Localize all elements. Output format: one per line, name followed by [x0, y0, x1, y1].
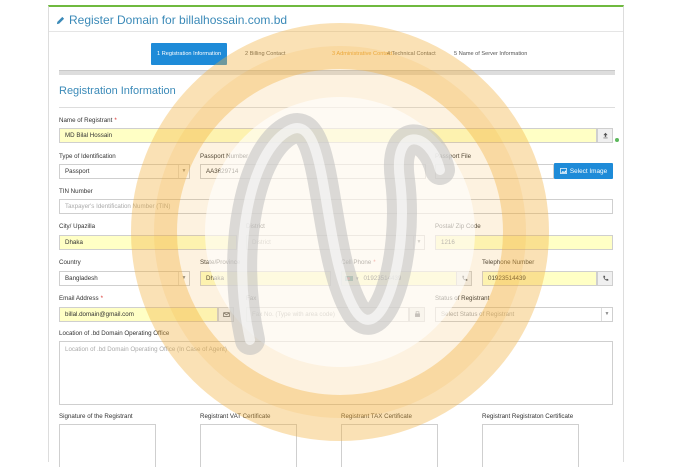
- status-placeholder: Select Status of Registrant: [441, 311, 515, 318]
- fax-addon: [409, 307, 425, 322]
- email-label: Email Address *: [59, 295, 103, 302]
- state-input[interactable]: Dhaka: [200, 271, 331, 286]
- step-num: 1: [157, 51, 161, 57]
- image-icon: [559, 168, 567, 174]
- tax-upload-box[interactable]: [341, 424, 438, 467]
- signature-upload-box[interactable]: [59, 424, 156, 467]
- upload-icon: [602, 132, 608, 139]
- fax-input[interactable]: Fax No. (Type with area code): [246, 307, 409, 322]
- tin-label: TIN Number: [59, 188, 93, 195]
- status-dot: [615, 138, 619, 142]
- fax-icon: [414, 311, 420, 317]
- city-label: City/ Upazilla: [59, 223, 96, 230]
- title-divider: [49, 31, 623, 32]
- envelope-icon: [222, 312, 230, 317]
- district-select[interactable]: District ▼: [246, 235, 425, 250]
- email-addon: [218, 307, 234, 322]
- passport-number-label: Passport Number: [200, 153, 249, 160]
- step-label: Name of Server Information: [458, 51, 528, 57]
- register-panel: Register Domain for billalhossain.com.bd…: [48, 5, 624, 467]
- registrant-name-label: Name of Registrant *: [59, 117, 117, 124]
- vat-certificate-label: Registrant VAT Certificate: [200, 413, 271, 420]
- required-mark: *: [373, 259, 376, 266]
- upload-button[interactable]: [597, 128, 613, 143]
- step-num: 3: [332, 51, 336, 57]
- location-label: Location of .bd Domain Operating Office: [59, 330, 170, 337]
- pencil-icon: [56, 16, 65, 24]
- wizard-steps: 1 Registration Information 2 Billing Con…: [49, 43, 623, 65]
- section-title: Registration Information: [59, 85, 176, 97]
- step-num: 5: [454, 51, 458, 57]
- state-label: State/Province: [200, 259, 241, 266]
- passport-number-input[interactable]: AA3629714: [200, 164, 426, 179]
- country-select[interactable]: Bangladesh ▼: [59, 271, 190, 286]
- cell-phone-label: Cell Phone *: [341, 259, 376, 266]
- caret-down-icon: ▼: [355, 276, 360, 281]
- required-mark: *: [114, 117, 117, 124]
- step-technical-contact[interactable]: 4 Technical Contact: [387, 43, 436, 65]
- signature-label: Signature of the Registrant: [59, 413, 133, 420]
- flag-icon: [345, 275, 353, 281]
- postal-label: Postal/ Zip Code: [435, 223, 481, 230]
- step-label: Administrative Contact: [336, 51, 393, 57]
- required-mark: *: [100, 295, 103, 302]
- district-placeholder: District: [252, 239, 271, 246]
- step-num: 4: [387, 51, 391, 57]
- telephone-label: Telephone Number: [482, 259, 535, 266]
- fax-label: Fax: [246, 295, 257, 302]
- vat-upload-box[interactable]: [200, 424, 297, 467]
- caret-down-icon: ▼: [413, 236, 424, 249]
- id-type-value: Passport: [65, 168, 90, 175]
- telephone-input[interactable]: 01923514439: [482, 271, 597, 286]
- select-image-label: Select Image: [569, 167, 608, 175]
- country-label: Country: [59, 259, 81, 266]
- id-type-label: Type of Identification: [59, 153, 116, 160]
- district-label: District: [246, 223, 265, 230]
- cell-phone-value: 01923514439: [363, 275, 402, 282]
- caret-down-icon: ▼: [601, 308, 612, 321]
- postal-input[interactable]: 1216: [435, 235, 613, 250]
- registration-upload-box[interactable]: [482, 424, 579, 467]
- page-title: Register Domain for billalhossain.com.bd: [56, 13, 287, 27]
- id-type-select[interactable]: Passport ▼: [59, 164, 190, 179]
- city-input[interactable]: Dhaka: [59, 235, 237, 250]
- tax-certificate-label: Registrant TAX Certificate: [341, 413, 412, 420]
- registration-certificate-label: Registrant Registraton Certificate: [482, 413, 574, 420]
- country-value: Bangladesh: [65, 275, 98, 282]
- phone-icon: [602, 275, 608, 281]
- step-label: Billing Contact: [249, 51, 286, 57]
- step-num: 2: [245, 51, 249, 57]
- step-administrative-contact[interactable]: 3 Administrative Contact: [332, 43, 392, 65]
- step-billing-contact[interactable]: 2 Billing Contact: [245, 43, 285, 65]
- passport-file-input[interactable]: [435, 164, 554, 179]
- step-registration-information[interactable]: 1 Registration Information: [151, 43, 228, 65]
- select-image-button[interactable]: Select Image: [554, 163, 613, 179]
- step-name-server-information[interactable]: 5 Name of Server Information: [454, 43, 527, 65]
- status-select[interactable]: Select Status of Registrant ▼: [435, 307, 613, 322]
- email-input[interactable]: billal.domain@gmail.com: [59, 307, 218, 322]
- cell-phone-input[interactable]: ▼ 01923514439: [341, 271, 457, 286]
- passport-file-label: Passport File: [435, 153, 472, 160]
- tin-input[interactable]: Taxpayer's Identification Number (TIN): [59, 199, 613, 214]
- cell-phone-addon: [456, 271, 472, 286]
- caret-down-icon: ▼: [178, 165, 189, 178]
- page-title-text: Register Domain for billalhossain.com.bd: [69, 13, 288, 27]
- telephone-addon: [597, 271, 613, 286]
- step-label: Registration Information: [161, 51, 222, 57]
- step-label: Technical Contact: [391, 51, 436, 57]
- wizard-progress-bar: [59, 70, 615, 75]
- registrant-name-input[interactable]: MD Bilal Hossain: [59, 128, 597, 143]
- phone-icon: [461, 275, 467, 281]
- section-divider: [59, 107, 615, 108]
- location-textarea[interactable]: Location of .bd Domain Operating Office …: [59, 341, 613, 405]
- status-label: Status of Registrant: [435, 295, 490, 302]
- caret-down-icon: ▼: [178, 272, 189, 285]
